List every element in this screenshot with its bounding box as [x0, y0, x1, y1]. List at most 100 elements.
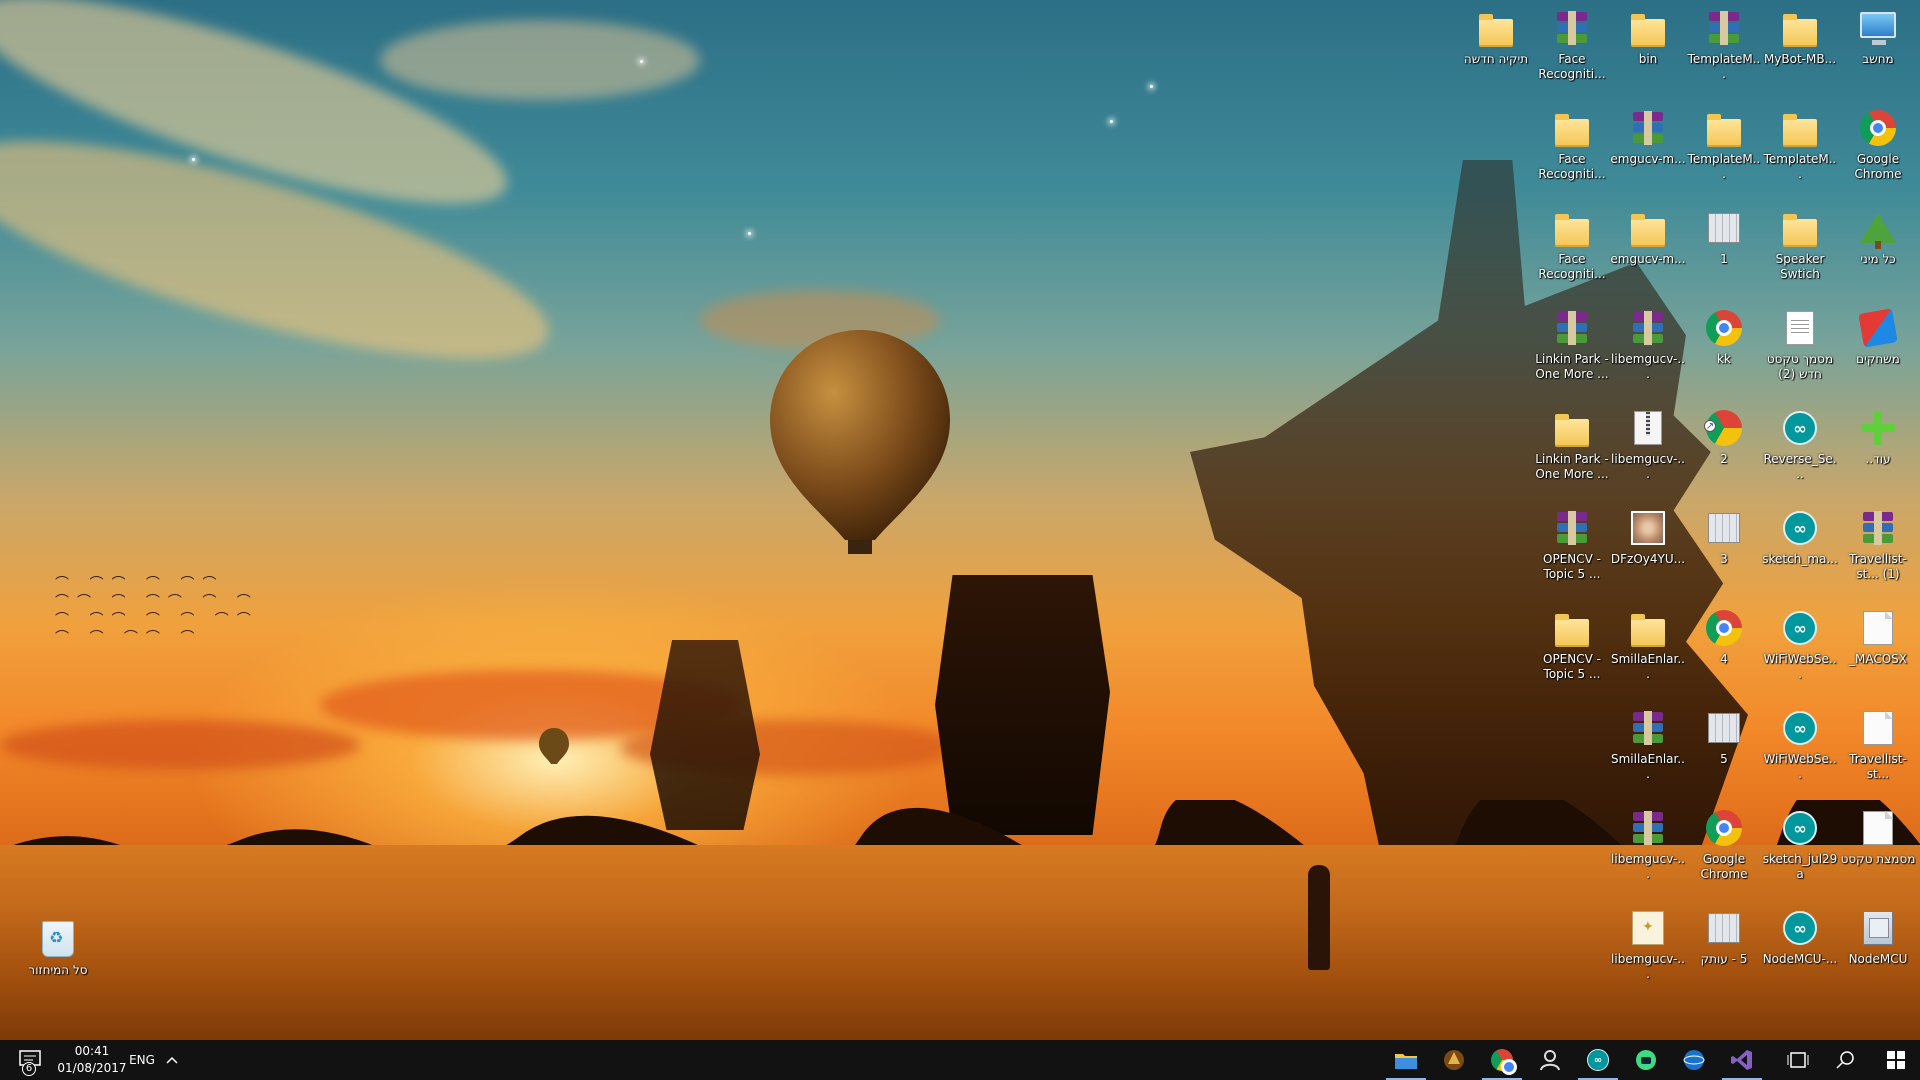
desktop-icon-nodemcu-1[interactable]: ∞ NodeMCU-... [1762, 904, 1838, 1004]
desktop-icon-copy-5[interactable]: 5 - עותק [1686, 904, 1762, 1004]
desktop-icon-bin-folder[interactable]: bin [1610, 4, 1686, 104]
taskbar-visual-studio[interactable] [1718, 1040, 1766, 1080]
game-app-icon [1444, 1050, 1464, 1070]
desktop-icon-mybot-folder[interactable]: MyBot-MB... [1762, 4, 1838, 104]
taskbar-android-studio[interactable] [1622, 1040, 1670, 1080]
desktop-icon-libemgucv-rar-2[interactable]: libemgucv-... [1610, 804, 1686, 904]
desktop-icon-file-1[interactable]: 1 [1686, 204, 1762, 304]
desktop-icon-games[interactable]: משחקים [1840, 304, 1916, 404]
winrar-archive-icon [1631, 711, 1665, 745]
desktop-icon-glyph [1628, 908, 1668, 948]
desktop-icon-libemgucv-zip[interactable]: libemgucv-... [1610, 404, 1686, 504]
desktop-icon-nodemcu-2[interactable]: NodeMCU [1840, 904, 1916, 1004]
folder-icon [1783, 214, 1817, 247]
desktop-icon-templatem-rar[interactable]: TemplateM... [1686, 4, 1762, 104]
taskbar-chrome[interactable] [1478, 1040, 1526, 1080]
desktop-icon-opencv-topic5-rar[interactable]: OPENCV - Topic 5 ... [1534, 504, 1610, 604]
desktop-icon-file-3[interactable]: 3 [1686, 504, 1762, 604]
desktop-icon-this-pc[interactable]: מחשב [1840, 4, 1916, 104]
chevron-up-icon [166, 1056, 178, 1064]
desktop-icon-label: OPENCV - Topic 5 ... [1543, 652, 1601, 681]
desktop-icon-glyph [1858, 208, 1898, 249]
desktop-icon-wifiwebse-2[interactable]: ∞ WiFiWebSe... [1762, 704, 1838, 804]
desktop-icon-google-chrome-1[interactable]: Google Chrome [1840, 104, 1916, 204]
desktop-icon-speaker-switch[interactable]: Speaker Swtich [1762, 204, 1838, 304]
desktop-icon-emgucv-rar-1[interactable]: emgucv-m... [1610, 104, 1686, 204]
desktop-icon-glyph [1552, 208, 1592, 248]
desktop-icon-file-5[interactable]: 5 [1686, 704, 1762, 804]
desktop-icon-text-doc[interactable]: מסמצת טקסט [1840, 804, 1916, 904]
desktop-icon-file-4[interactable]: 4 [1686, 604, 1762, 704]
network-app-icon [1683, 1050, 1705, 1070]
desktop-icon-sketch-jul29a[interactable]: ∞ sketch_jul29a [1762, 804, 1838, 904]
search-button[interactable] [1824, 1040, 1868, 1080]
wallpaper-star [192, 158, 195, 161]
desktop-icon-new-text-doc-2[interactable]: מסמך טקסט חדש (2) [1762, 304, 1838, 404]
taskbar-network-app[interactable] [1670, 1040, 1718, 1080]
desktop-icon-face-recognition-folder-1[interactable]: Face Recogniti... [1534, 104, 1610, 204]
desktop-icon-label: TemplateM... [1763, 152, 1837, 181]
desktop-icon-more[interactable]: עוד.. [1840, 404, 1916, 504]
desktop-icon-linkin-park-folder[interactable]: Linkin Park - One More ... [1534, 404, 1610, 504]
arduino-icon: ∞ [1587, 1049, 1609, 1071]
desktop-icon-label: SmillaEnlar... [1611, 652, 1685, 681]
desktop-icon-face-recognition-folder-2[interactable]: Face Recogniti... [1534, 204, 1610, 304]
desktop-icon-recycle-bin[interactable]: סל המיחזור [20, 915, 96, 1015]
desktop-icon-libemgucv-cert[interactable]: libemgucv-... [1610, 904, 1686, 1004]
desktop-icon-label: תיקיה חדשה [1463, 52, 1529, 66]
desktop-icon-smillaenlar-rar[interactable]: SmillaEnlar... [1610, 704, 1686, 804]
start-button[interactable] [1872, 1040, 1920, 1080]
desktop-icon-label: _MACOSX [1848, 652, 1907, 666]
desktop-icon-label: emgucv-m... [1610, 152, 1686, 166]
desktop-icon-sketch-ma[interactable]: ∞ sketch_ma... [1762, 504, 1838, 604]
desktop-icon-file-2[interactable]: 2 [1686, 404, 1762, 504]
folder-icon [1631, 214, 1665, 247]
desktop-icon-google-chrome-2[interactable]: Google Chrome [1686, 804, 1762, 904]
desktop-icon-glyph [1858, 508, 1898, 548]
desktop-icon-reverse-se[interactable]: ∞ Reverse_Se... [1762, 404, 1838, 504]
desktop-icon-glyph [1552, 8, 1592, 48]
clock-time: 00:41 [74, 1044, 110, 1058]
desktop-icon-dfzoy4yu[interactable]: DFzOy4YU... [1610, 504, 1686, 604]
desktop-icon-label: מחשב [1862, 52, 1894, 66]
desktop-icon-face-recognition-rar-1[interactable]: Face Recogniti... [1534, 4, 1610, 104]
archive-stripe [1644, 811, 1652, 845]
desktop-icon-new-folder[interactable]: תיקיה חדשה [1458, 4, 1534, 104]
visual-studio-icon [1731, 1050, 1752, 1070]
task-view-button[interactable] [1776, 1040, 1820, 1080]
desktop-icon-linkin-park-rar[interactable]: Linkin Park - One More ... [1534, 304, 1610, 404]
action-center-button[interactable]: 6 [8, 1040, 52, 1080]
desktop-icon-kol-mini[interactable]: כל מיני [1840, 204, 1916, 304]
desktop-icon-label: 4 [1720, 652, 1728, 666]
desktop-icon-glyph [1858, 408, 1898, 448]
desktop-icon-kk[interactable]: kk [1686, 304, 1762, 404]
desktop-icon-glyph [38, 919, 78, 959]
desktop-icon-templatem-folder-2[interactable]: TemplateM... [1762, 104, 1838, 204]
blank-file-icon [1863, 611, 1893, 645]
desktop-icon-glyph [1628, 8, 1668, 48]
desktop-icon-macosx[interactable]: _MACOSX [1840, 604, 1916, 704]
desktop-icon-emgucv-folder[interactable]: emgucv-m... [1610, 204, 1686, 304]
desktop-icon-libemgucv-rar-1[interactable]: libemgucv-... [1610, 304, 1686, 404]
desktop-icon-travellist-st[interactable]: Travellist-st... [1840, 704, 1916, 804]
language-indicator[interactable]: ENG [124, 1040, 160, 1080]
taskbar-file-explorer[interactable] [1382, 1040, 1430, 1080]
show-hidden-icons-button[interactable] [160, 1040, 184, 1080]
desktop-icon-templatem-folder-1[interactable]: TemplateM... [1686, 104, 1762, 204]
desktop-icon-travellist-rar[interactable]: Travellist-st... (1) [1840, 504, 1916, 604]
desktop-icon-glyph [1628, 708, 1668, 748]
games-folder-icon [1858, 308, 1898, 348]
blank-file-icon [1863, 811, 1893, 845]
archive-stripe [1644, 311, 1652, 345]
desktop-icon-opencv-topic5-folder[interactable]: OPENCV - Topic 5 ... [1534, 604, 1610, 704]
clock[interactable]: 00:41 01/08/2017 [52, 1043, 132, 1077]
folder-icon [1783, 14, 1817, 47]
desktop-icon-label: Google Chrome [1700, 852, 1748, 881]
desktop-icon-label: DFzOy4YU... [1610, 552, 1686, 566]
desktop-icon-glyph [1552, 408, 1592, 448]
taskbar-arduino[interactable]: ∞ [1574, 1040, 1622, 1080]
taskbar-game-app[interactable] [1430, 1040, 1478, 1080]
taskbar-person-app[interactable] [1526, 1040, 1574, 1080]
desktop-icon-smillaenlar-folder[interactable]: SmillaEnlar... [1610, 604, 1686, 704]
desktop-icon-wifiwebse-1[interactable]: ∞ WiFiWebSe... [1762, 604, 1838, 704]
